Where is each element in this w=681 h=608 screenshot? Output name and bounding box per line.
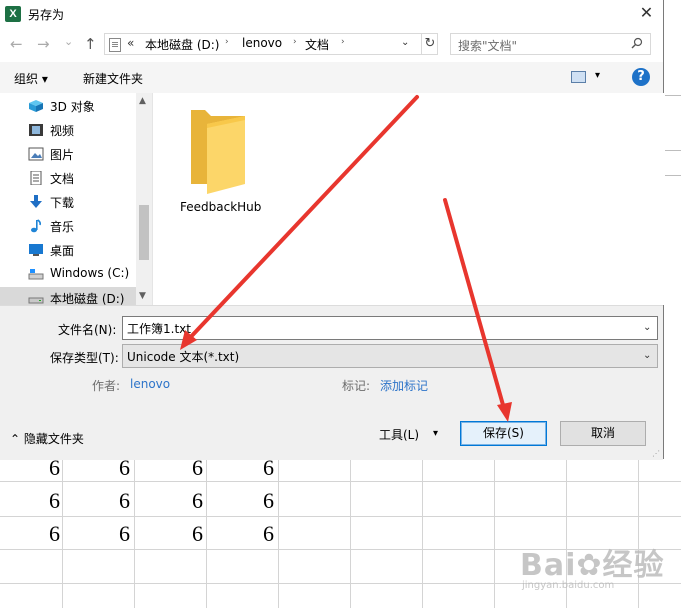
- sidebar-item-label: 3D 对象: [50, 100, 95, 114]
- filename-input[interactable]: 工作簿1.txt ⌄: [122, 316, 658, 340]
- sidebar-item-windows-c[interactable]: Windows (C:): [28, 263, 152, 285]
- tags-label: 标记:: [342, 379, 371, 393]
- address-overflow[interactable]: «: [127, 36, 134, 50]
- desktop-icon: [29, 244, 43, 256]
- forward-arrow-icon[interactable]: →: [37, 36, 50, 52]
- excel-app-icon: X: [5, 6, 21, 22]
- save-type-select[interactable]: Unicode 文本(*.txt) ⌄: [122, 344, 658, 368]
- watermark-url: jingyan.baidu.com: [522, 580, 615, 591]
- ribbon-edge: [665, 150, 681, 151]
- breadcrumb-drive[interactable]: 本地磁盘 (D:): [145, 36, 219, 53]
- chevron-down-icon[interactable]: ⌄: [643, 322, 651, 333]
- author-value[interactable]: lenovo: [130, 377, 170, 391]
- sidebar-item-label: 桌面: [50, 244, 75, 258]
- sidebar-item-3d-objects[interactable]: 3D 对象: [28, 95, 152, 117]
- chevron-up-icon: ⌃: [10, 432, 24, 446]
- sidebar-item-label: Windows (C:): [50, 266, 130, 280]
- search-input[interactable]: 搜索"文档": [450, 33, 651, 55]
- save-button[interactable]: 保存(S): [460, 421, 547, 446]
- save-type-label: 保存类型(T):: [50, 351, 119, 365]
- watermark-logo: Bai✿经验 jingyan.baidu.com: [520, 540, 670, 600]
- navigation-pane: 3D 对象 视频 图片 文档 下载 音乐 桌面 Windows (C:) 本地磁…: [0, 93, 152, 309]
- chevron-down-icon[interactable]: ⌄: [401, 37, 409, 48]
- chevron-down-icon[interactable]: ⌄: [643, 350, 651, 361]
- save-type-value[interactable]: Unicode 文本(*.txt): [127, 348, 239, 365]
- download-icon: [30, 195, 42, 208]
- sidebar-item-music[interactable]: 音乐: [28, 215, 152, 237]
- chevron-down-icon[interactable]: ▾: [595, 70, 600, 81]
- back-arrow-icon[interactable]: ←: [10, 36, 23, 52]
- scroll-down-icon[interactable]: ▼: [139, 291, 146, 301]
- dialog-title: 另存为: [28, 8, 65, 22]
- sidebar-item-label: 下载: [50, 196, 75, 210]
- refresh-icon[interactable]: ↻: [421, 34, 438, 54]
- watermark-logo: Bai✿经验: [520, 548, 665, 583]
- drive-icon: [28, 297, 44, 304]
- author-label: 作者:: [92, 379, 121, 393]
- breadcrumb-documents[interactable]: 文档: [305, 36, 329, 53]
- chevron-right-icon[interactable]: ›: [293, 37, 297, 47]
- video-icon: [29, 124, 43, 136]
- picture-icon: [28, 147, 44, 161]
- scrollbar-thumb[interactable]: [139, 205, 149, 260]
- music-icon: [31, 219, 42, 233]
- sidebar-item-label: 文档: [50, 172, 75, 186]
- cell[interactable]: 6: [70, 486, 130, 516]
- hide-folders-label: 隐藏文件夹: [23, 432, 84, 446]
- hide-folders-button[interactable]: ⌃ 隐藏文件夹: [10, 430, 84, 447]
- organize-button[interactable]: 组织 ▾: [14, 70, 48, 87]
- close-button[interactable]: ✕: [630, 0, 663, 28]
- search-placeholder: 搜索"文档": [458, 39, 518, 53]
- add-tags-link[interactable]: 添加标记: [380, 377, 428, 394]
- up-arrow-icon[interactable]: ↑: [84, 36, 97, 52]
- navigation-bar: ← → ⌄ ↑ « 本地磁盘 (D:) › lenovo › 文档 › ⌄ ↻ …: [0, 28, 663, 62]
- sidebar-item-downloads[interactable]: 下载: [28, 191, 152, 213]
- save-as-dialog: X 另存为 ✕ ← → ⌄ ↑ « 本地磁盘 (D:) › lenovo › 文…: [0, 0, 664, 460]
- sidebar-item-pictures[interactable]: 图片: [28, 143, 152, 165]
- help-icon[interactable]: ?: [632, 68, 650, 86]
- sidebar-scrollbar[interactable]: [136, 93, 152, 305]
- drive-icon: [28, 269, 44, 280]
- chevron-down-icon[interactable]: ▾: [433, 428, 438, 439]
- sidebar-item-label: 音乐: [50, 220, 75, 234]
- cell[interactable]: 6: [0, 486, 60, 516]
- folder-icon[interactable]: [191, 110, 245, 194]
- title-bar: X 另存为 ✕: [0, 0, 663, 28]
- new-folder-button[interactable]: 新建文件夹: [83, 70, 143, 87]
- view-options-icon[interactable]: [571, 71, 586, 83]
- ribbon-edge: [665, 175, 681, 176]
- file-name-label[interactable]: FeedbackHub: [180, 200, 261, 214]
- ribbon-edge: [665, 95, 681, 96]
- cell[interactable]: 6: [214, 519, 274, 549]
- cell[interactable]: 6: [143, 519, 203, 549]
- search-icon[interactable]: [631, 37, 643, 49]
- sidebar-item-desktop[interactable]: 桌面: [28, 239, 152, 261]
- sidebar-item-videos[interactable]: 视频: [28, 119, 152, 141]
- cell[interactable]: 6: [70, 519, 130, 549]
- document-icon: [30, 171, 42, 185]
- sidebar-item-label: 图片: [50, 148, 75, 162]
- cancel-button[interactable]: 取消: [560, 421, 646, 446]
- recent-locations-icon[interactable]: ⌄: [64, 34, 73, 50]
- sidebar-item-documents[interactable]: 文档: [28, 167, 152, 189]
- cell[interactable]: 6: [143, 486, 203, 516]
- tools-button[interactable]: 工具(L): [379, 426, 419, 443]
- command-bar: 组织 ▾ 新建文件夹 ▾ ?: [0, 62, 663, 94]
- grid-line: [0, 516, 681, 517]
- breadcrumb-lenovo[interactable]: lenovo: [242, 36, 282, 50]
- document-location-icon: [109, 38, 121, 52]
- filename-label: 文件名(N):: [58, 323, 117, 337]
- cell[interactable]: 6: [0, 519, 60, 549]
- resize-grip-icon[interactable]: ⋰: [652, 449, 660, 458]
- filename-value[interactable]: 工作簿1.txt: [127, 320, 191, 337]
- cube-icon: [29, 100, 43, 112]
- cell[interactable]: 6: [214, 486, 274, 516]
- chevron-right-icon[interactable]: ›: [225, 37, 229, 47]
- address-bar[interactable]: « 本地磁盘 (D:) › lenovo › 文档 › ⌄ ↻: [104, 33, 438, 55]
- sidebar-item-label: 视频: [50, 124, 75, 138]
- scroll-up-icon[interactable]: ▲: [139, 96, 146, 106]
- chevron-right-icon[interactable]: ›: [341, 37, 345, 47]
